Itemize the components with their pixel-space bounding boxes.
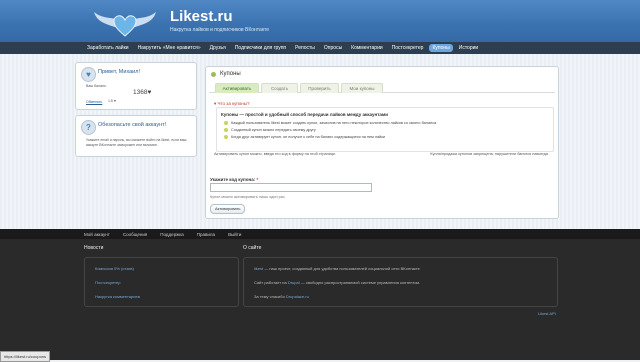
activate-note: Активировать купон можно, введя его код …: [214, 152, 337, 156]
nav-item[interactable]: Заработать лайки: [84, 44, 132, 52]
info-bullet-text: Когда друг активирует купон, он получит …: [231, 135, 386, 139]
balance-value: 1368♥: [133, 89, 152, 96]
news-item[interactable]: Комиссия 0% (отзив): [95, 266, 134, 271]
footer-nav-items: Мой аккаунт Сообщения Поддержка Правила Выйт…: [84, 229, 254, 239]
exchange-rate: 1:5 ♥: [108, 99, 116, 103]
nav-item[interactable]: Истории: [456, 44, 481, 52]
nav-item[interactable]: Накрутить «Мне нравится»: [135, 44, 204, 52]
user-panel: ♥ Привет, Михаил! Ваш баланс: 1368♥ Обме…: [75, 62, 197, 110]
news-item[interactable]: Постсекретер: [95, 280, 120, 285]
nav-item[interactable]: Комментарии: [348, 44, 386, 52]
info-bullet: Каждый пользователь likest может создать…: [224, 121, 436, 125]
nav-item[interactable]: Опросы: [321, 44, 345, 52]
about-line-3-prefix: За тему спасибо: [254, 294, 286, 299]
footer-nav: Мой аккаунт Сообщения Поддержка Правила Выйт…: [0, 229, 640, 239]
site-title[interactable]: Likest.ru: [170, 8, 233, 25]
greeting: Привет, Михаил!: [98, 69, 140, 75]
coupon-code-label: Укажите код купона: *: [210, 177, 258, 182]
about-line-2-text: — свободно распространяемой системе упра…: [299, 280, 421, 285]
logo-heart-wings-icon[interactable]: [92, 2, 158, 40]
coupon-tabs: Активировать Создать Проверить Мои купоны: [209, 83, 555, 93]
about-line-3: За тему спасибо Drupalace.ru: [254, 294, 309, 299]
drupalace-link[interactable]: Drupalace.ru: [286, 294, 309, 299]
about-line-2: Сайт работает на Drupal — свободно распр…: [254, 280, 420, 285]
coupon-tab[interactable]: Проверить: [300, 83, 339, 93]
secure-text: Укажите email и пароль, вы сможете войти…: [86, 138, 187, 147]
about-line-1-text: — наш проект, созданный для удобства пол…: [263, 266, 420, 271]
coupon-tab[interactable]: Мои купоны: [341, 83, 383, 93]
coupon-tab[interactable]: Активировать: [215, 83, 259, 93]
exchange-link[interactable]: Обменять: [86, 100, 102, 104]
nav-item[interactable]: Подписчики для групп: [232, 44, 289, 52]
required-mark: *: [256, 177, 259, 182]
drupal-link[interactable]: Drupal: [288, 280, 300, 285]
about-title: О сайте: [243, 245, 262, 251]
footer-nav-item[interactable]: Мой аккаунт: [84, 232, 110, 237]
site-subtitle: Накрутка лайков и подписчиков ВКонтакте: [170, 27, 270, 33]
info-icon: ?: [81, 120, 96, 135]
secure-account-panel: ? Обезопасьте свой аккаунт! Укажите emai…: [75, 115, 197, 157]
bullet-icon: [224, 128, 228, 132]
likest-link[interactable]: likest: [254, 266, 263, 271]
news-item[interactable]: Накрутка комментариев: [95, 294, 140, 299]
balance-label: Ваш баланс:: [86, 84, 107, 88]
nav-item[interactable]: Постсекретер: [389, 44, 427, 52]
page-title: Купоны: [220, 71, 241, 77]
bullet-icon: [224, 135, 228, 139]
about-box: likest — наш проект, созданный для удобс…: [243, 257, 558, 307]
about-line-1: likest — наш проект, созданный для удобс…: [254, 266, 420, 271]
coupons-panel: Купоны Активировать Создать Проверить Мои к…: [205, 66, 559, 219]
bullet-icon: [224, 121, 228, 125]
secure-title[interactable]: Обезопасьте свой аккаунт!: [98, 122, 166, 128]
nav-item[interactable]: Друзья: [207, 44, 229, 52]
title-bullet-icon: [211, 72, 216, 77]
info-bullet: Когда друг активирует купон, он получит …: [224, 135, 385, 139]
coupon-code-hint: Купон можно активировать лишь один раз: [210, 195, 285, 199]
coupons-info-box: Купоны — простой и удобный способ переда…: [216, 107, 554, 152]
info-heading: Купоны — простой и удобный способ переда…: [221, 112, 389, 117]
coupon-code-label-text: Укажите код купона:: [210, 177, 256, 182]
info-bullet-text: Созданный купон можно передать своему др…: [231, 128, 316, 132]
activate-button[interactable]: Активировать: [210, 204, 246, 214]
footer-nav-item[interactable]: Сообщения: [123, 232, 147, 237]
footer-nav-item[interactable]: Поддержка: [160, 232, 183, 237]
footer-nav-item[interactable]: Выйти: [228, 232, 241, 237]
news-box: Комиссия 0% (отзив) Постсекретер Накрутк…: [84, 257, 239, 307]
status-bar-url: https://likest.ru/coupons: [0, 351, 51, 362]
main-nav-items: Заработать лайки Накрутить «Мне нравится»…: [84, 42, 484, 54]
info-bullet: Созданный купон можно передать своему др…: [224, 128, 316, 132]
main-nav: Заработать лайки Накрутить «Мне нравится»…: [0, 42, 640, 54]
api-link[interactable]: Likest API: [538, 311, 556, 316]
about-line-2-prefix: Сайт работает на: [254, 280, 288, 285]
coupon-code-input[interactable]: [210, 183, 372, 192]
nav-item[interactable]: Репосты: [292, 44, 318, 52]
site-header: Likest.ru Накрутка лайков и подписчиков …: [0, 0, 640, 42]
coupon-tab[interactable]: Создать: [261, 83, 298, 93]
nav-item[interactable]: Купоны: [429, 44, 453, 52]
news-title: Новости: [84, 245, 104, 251]
sale-warning: Купля/продажа купонов запрещена, нарушит…: [430, 152, 548, 156]
footer-nav-item[interactable]: Правила: [197, 232, 215, 237]
like-badge-icon: ♥: [81, 67, 96, 82]
info-bullet-text: Каждый пользователь likest может создать…: [231, 121, 437, 125]
